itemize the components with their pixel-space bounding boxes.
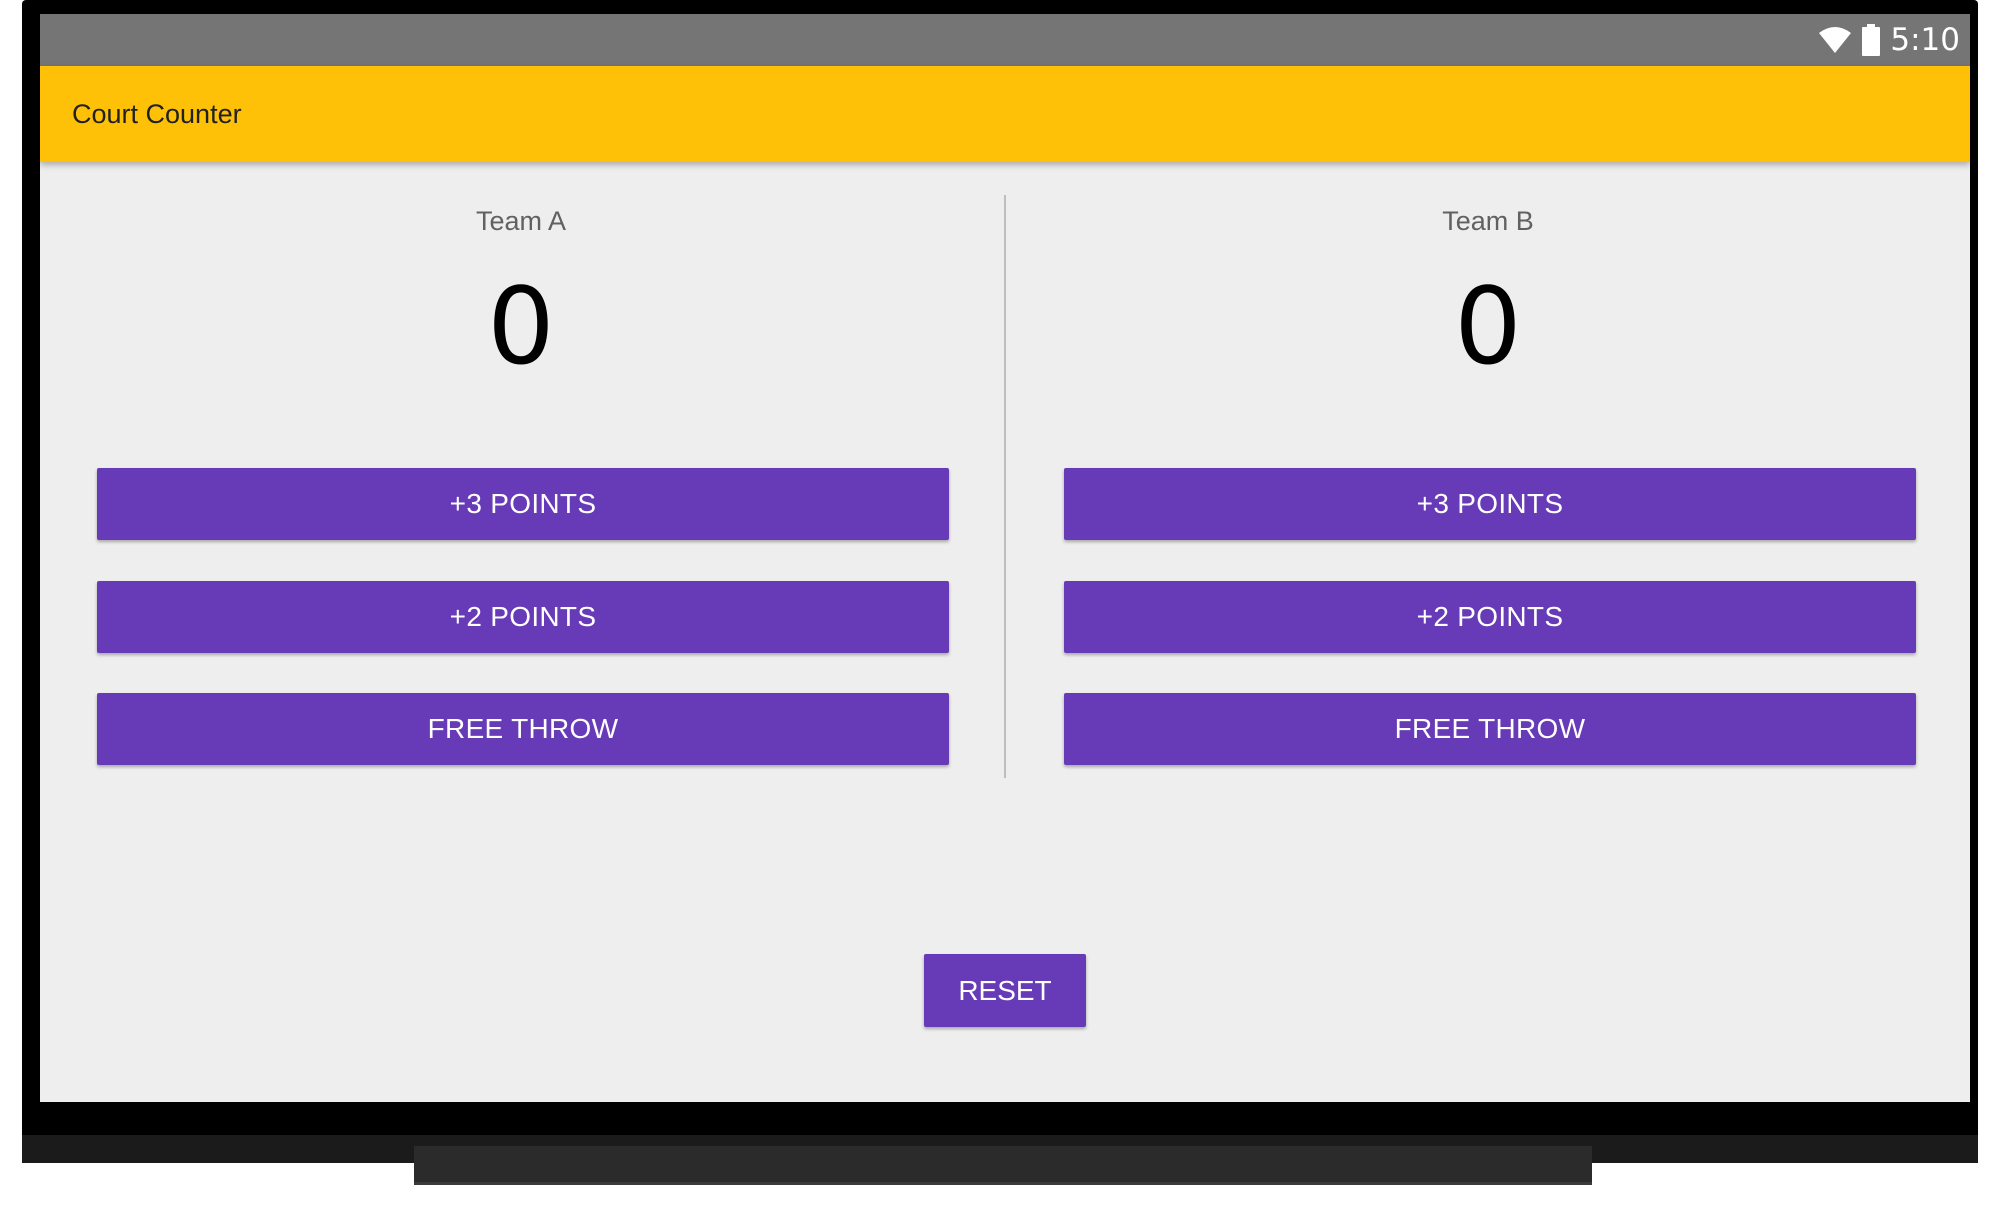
team-b-free-throw-button[interactable]: FREE THROW (1064, 693, 1916, 765)
battery-icon (1862, 24, 1881, 56)
team-a-score: 0 (487, 265, 555, 388)
team-a-plus-two-button[interactable]: +2 POINTS (97, 581, 949, 653)
team-a-column: Team A 0 +3 POINTS +2 POINTS FREE THROW (40, 162, 1002, 802)
team-b-plus-three-button[interactable]: +3 POINTS (1064, 468, 1916, 540)
team-b-name: Team B (1442, 206, 1534, 236)
team-a-plus-three-button[interactable]: +3 POINTS (97, 468, 949, 540)
team-a-free-throw-button[interactable]: FREE THROW (97, 693, 949, 765)
status-bar: 5:10 (40, 14, 1970, 66)
team-divider (1004, 195, 1006, 778)
team-b-column: Team B 0 +3 POINTS +2 POINTS FREE THROW (1007, 162, 1969, 802)
team-b-score: 0 (1454, 265, 1522, 388)
device-stand (414, 1146, 1592, 1185)
status-time: 5:10 (1890, 22, 1960, 58)
app-title: Court Counter (72, 99, 242, 129)
team-b-plus-two-button[interactable]: +2 POINTS (1064, 581, 1916, 653)
app-screen: 5:10 Court Counter Team A 0 +3 POINTS +2… (40, 14, 1970, 1102)
team-a-name: Team A (475, 206, 567, 236)
reset-button[interactable]: RESET (924, 954, 1086, 1027)
app-bar: Court Counter (40, 66, 1970, 162)
status-icons: 5:10 (1818, 14, 1960, 66)
wifi-icon (1819, 27, 1852, 53)
